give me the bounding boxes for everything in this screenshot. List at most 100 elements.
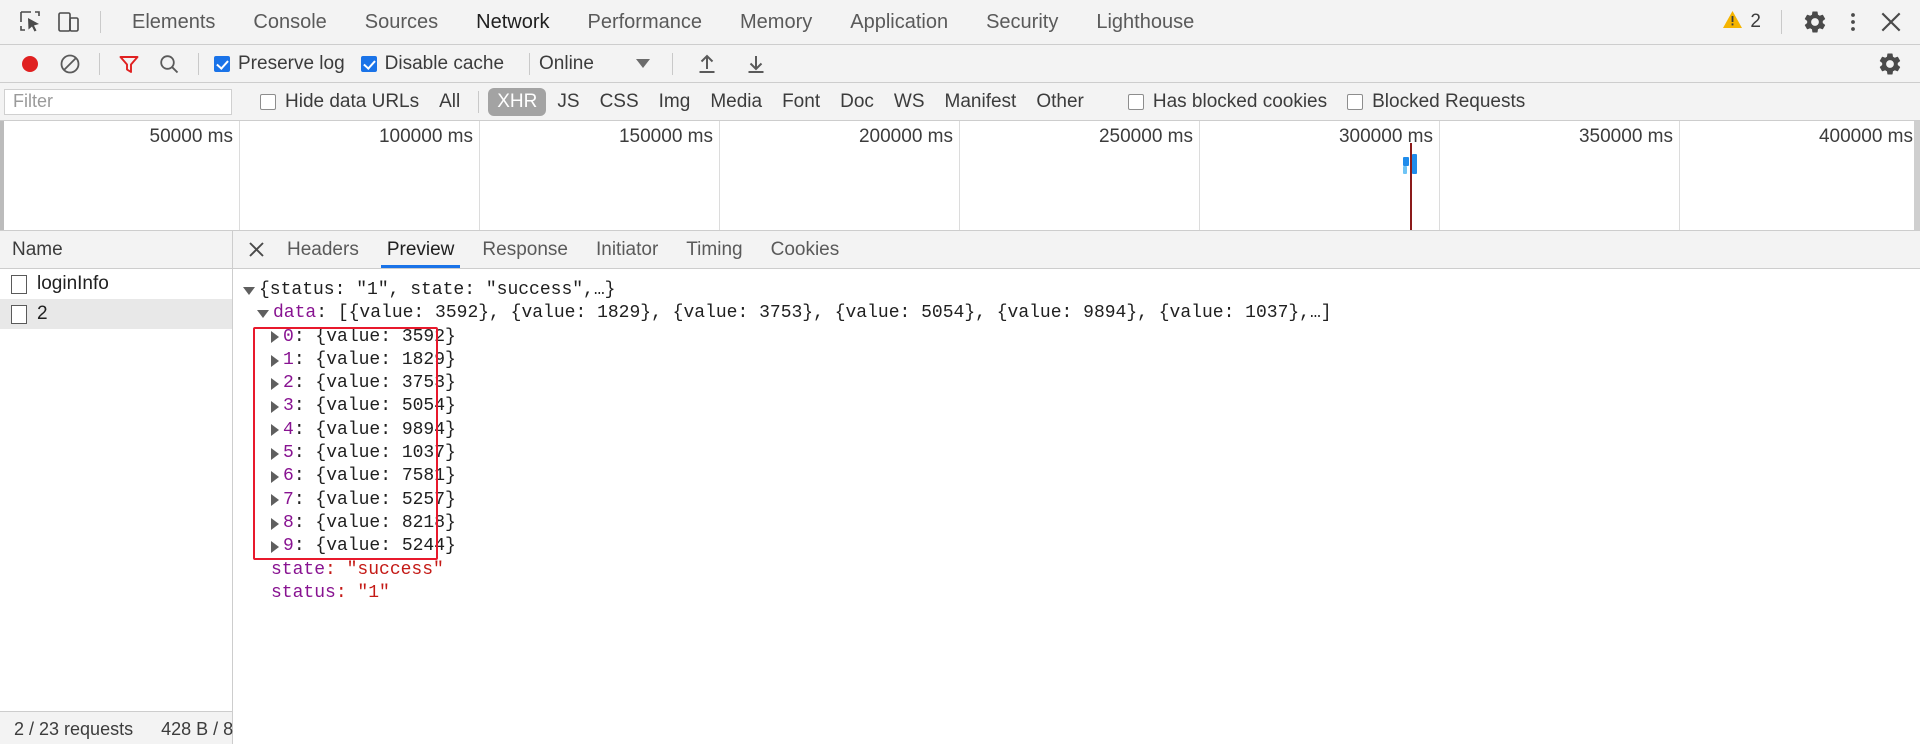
json-root-text: {status: "1", state: "success",…} [259, 280, 616, 300]
type-filter-ws[interactable]: WS [885, 88, 934, 116]
triangle-right-icon[interactable] [271, 424, 279, 437]
json-item-index: 3 [283, 396, 294, 417]
triangle-right-icon[interactable] [271, 517, 279, 530]
export-har-icon[interactable] [739, 49, 773, 79]
document-icon [11, 274, 27, 294]
toolbar-divider [99, 52, 100, 75]
close-icon[interactable] [239, 233, 273, 267]
tab-headers[interactable]: Headers [273, 231, 373, 268]
json-array-item[interactable]: 3 : {value: 5054} [243, 395, 1920, 418]
overview-tick-cell: 250000 ms [960, 121, 1200, 230]
json-array-item[interactable]: 4 : {value: 9894} [243, 419, 1920, 442]
json-item-index: 5 [283, 443, 294, 464]
network-overview-timeline[interactable]: 50000 ms 100000 ms 150000 ms 200000 ms 2… [0, 121, 1920, 231]
filter-input[interactable] [4, 88, 232, 115]
json-item-index: 4 [283, 419, 294, 440]
type-filter-css[interactable]: CSS [591, 88, 648, 116]
triangle-right-icon[interactable] [271, 354, 279, 367]
throttling-select[interactable]: Online [539, 53, 650, 75]
type-filter-img[interactable]: Img [650, 88, 700, 116]
topbar-right-controls: 2 [1722, 3, 1910, 41]
hide-data-urls-label: Hide data URLs [285, 90, 420, 112]
preserve-log-label: Preserve log [238, 52, 345, 74]
triangle-down-icon[interactable] [257, 309, 269, 318]
tick-label: 200000 ms [858, 126, 953, 147]
tab-application[interactable]: Application [831, 0, 967, 44]
clear-button[interactable] [53, 49, 87, 79]
warning-count-text: 2 [1750, 11, 1761, 32]
tab-elements[interactable]: Elements [113, 0, 234, 44]
tab-performance[interactable]: Performance [569, 0, 722, 44]
type-filter-js[interactable]: JS [548, 88, 588, 116]
preserve-log-checkbox[interactable]: Preserve log [214, 53, 345, 75]
triangle-right-icon[interactable] [271, 494, 279, 507]
type-filter-media[interactable]: Media [701, 88, 771, 116]
type-filter-xhr[interactable]: XHR [488, 87, 547, 116]
type-filter-all[interactable]: All [430, 88, 469, 116]
triangle-right-icon[interactable] [271, 540, 279, 553]
json-key-state: state [271, 559, 326, 580]
triangle-down-icon[interactable] [243, 286, 255, 295]
json-item-value: : {value: 5244} [293, 536, 456, 557]
table-row[interactable]: loginInfo [0, 269, 232, 299]
disable-cache-checkbox[interactable]: Disable cache [360, 53, 504, 75]
request-name: loginInfo [37, 273, 109, 294]
tab-security[interactable]: Security [967, 0, 1077, 44]
triangle-right-icon[interactable] [271, 471, 279, 484]
tab-cookies[interactable]: Cookies [757, 231, 854, 268]
more-options-icon[interactable] [1834, 3, 1872, 41]
json-array-item[interactable]: 6 : {value: 7581} [243, 465, 1920, 488]
type-filter-other[interactable]: Other [1027, 88, 1093, 116]
type-filter-manifest[interactable]: Manifest [936, 88, 1026, 116]
table-row[interactable]: 2 [0, 299, 232, 329]
json-root-node[interactable]: {status: "1", state: "success",…} [243, 279, 1920, 302]
topbar-divider [1781, 10, 1782, 34]
hide-data-urls-checkbox[interactable]: Hide data URLs [260, 91, 419, 113]
warning-count-badge[interactable]: 2 [1722, 9, 1767, 36]
tab-network[interactable]: Network [457, 0, 568, 44]
tab-initiator[interactable]: Initiator [582, 231, 672, 268]
blocked-requests-label: Blocked Requests [1372, 90, 1526, 112]
checkbox-box [360, 55, 377, 72]
network-settings-gear-icon[interactable] [1873, 49, 1907, 79]
json-array-item[interactable]: 1 : {value: 1829} [243, 349, 1920, 372]
overview-scrollbar[interactable] [1914, 121, 1920, 230]
devtools-window: Elements Console Sources Network Perform… [0, 0, 1920, 744]
triangle-right-icon[interactable] [271, 331, 279, 344]
tab-lighthouse[interactable]: Lighthouse [1077, 0, 1213, 44]
tab-response[interactable]: Response [468, 231, 582, 268]
json-item-index: 6 [283, 466, 294, 487]
json-array-item[interactable]: 7 : {value: 5257} [243, 489, 1920, 512]
json-data-node[interactable]: data : [{value: 3592}, {value: 1829}, {v… [243, 302, 1920, 325]
overview-gridlines: 50000 ms 100000 ms 150000 ms 200000 ms 2… [0, 121, 1920, 230]
device-toolbar-icon[interactable] [50, 3, 88, 41]
search-icon[interactable] [152, 49, 186, 79]
gear-icon[interactable] [1796, 3, 1834, 41]
overview-tick-cell: 150000 ms [480, 121, 720, 230]
close-icon[interactable] [1872, 3, 1910, 41]
json-array-item[interactable]: 5 : {value: 1037} [243, 442, 1920, 465]
triangle-right-icon[interactable] [271, 377, 279, 390]
blocked-requests-checkbox[interactable]: Blocked Requests [1347, 91, 1525, 113]
type-filter-doc[interactable]: Doc [831, 88, 883, 116]
tab-timing[interactable]: Timing [672, 231, 756, 268]
import-har-icon[interactable] [690, 49, 724, 79]
request-column-header-name[interactable]: Name [0, 231, 232, 269]
has-blocked-cookies-checkbox[interactable]: Has blocked cookies [1127, 91, 1327, 113]
inspect-element-icon[interactable] [12, 3, 50, 41]
tab-memory[interactable]: Memory [721, 0, 831, 44]
record-button[interactable] [13, 49, 47, 79]
json-array-item[interactable]: 9 : {value: 5244} [243, 535, 1920, 558]
json-array-item[interactable]: 2 : {value: 3753} [243, 372, 1920, 395]
tick-label: 100000 ms [378, 126, 473, 147]
tab-sources[interactable]: Sources [346, 0, 457, 44]
tab-preview[interactable]: Preview [373, 231, 469, 268]
request-list-pane: Name loginInfo 2 2 / 23 requests 428 B /… [0, 231, 238, 744]
json-array-item[interactable]: 8 : {value: 8218} [243, 512, 1920, 535]
tab-console[interactable]: Console [234, 0, 345, 44]
triangle-right-icon[interactable] [271, 447, 279, 460]
type-filter-font[interactable]: Font [773, 88, 829, 116]
filter-icon[interactable] [112, 49, 146, 79]
json-array-item[interactable]: 0 : {value: 3592} [243, 326, 1920, 349]
triangle-right-icon[interactable] [271, 401, 279, 414]
